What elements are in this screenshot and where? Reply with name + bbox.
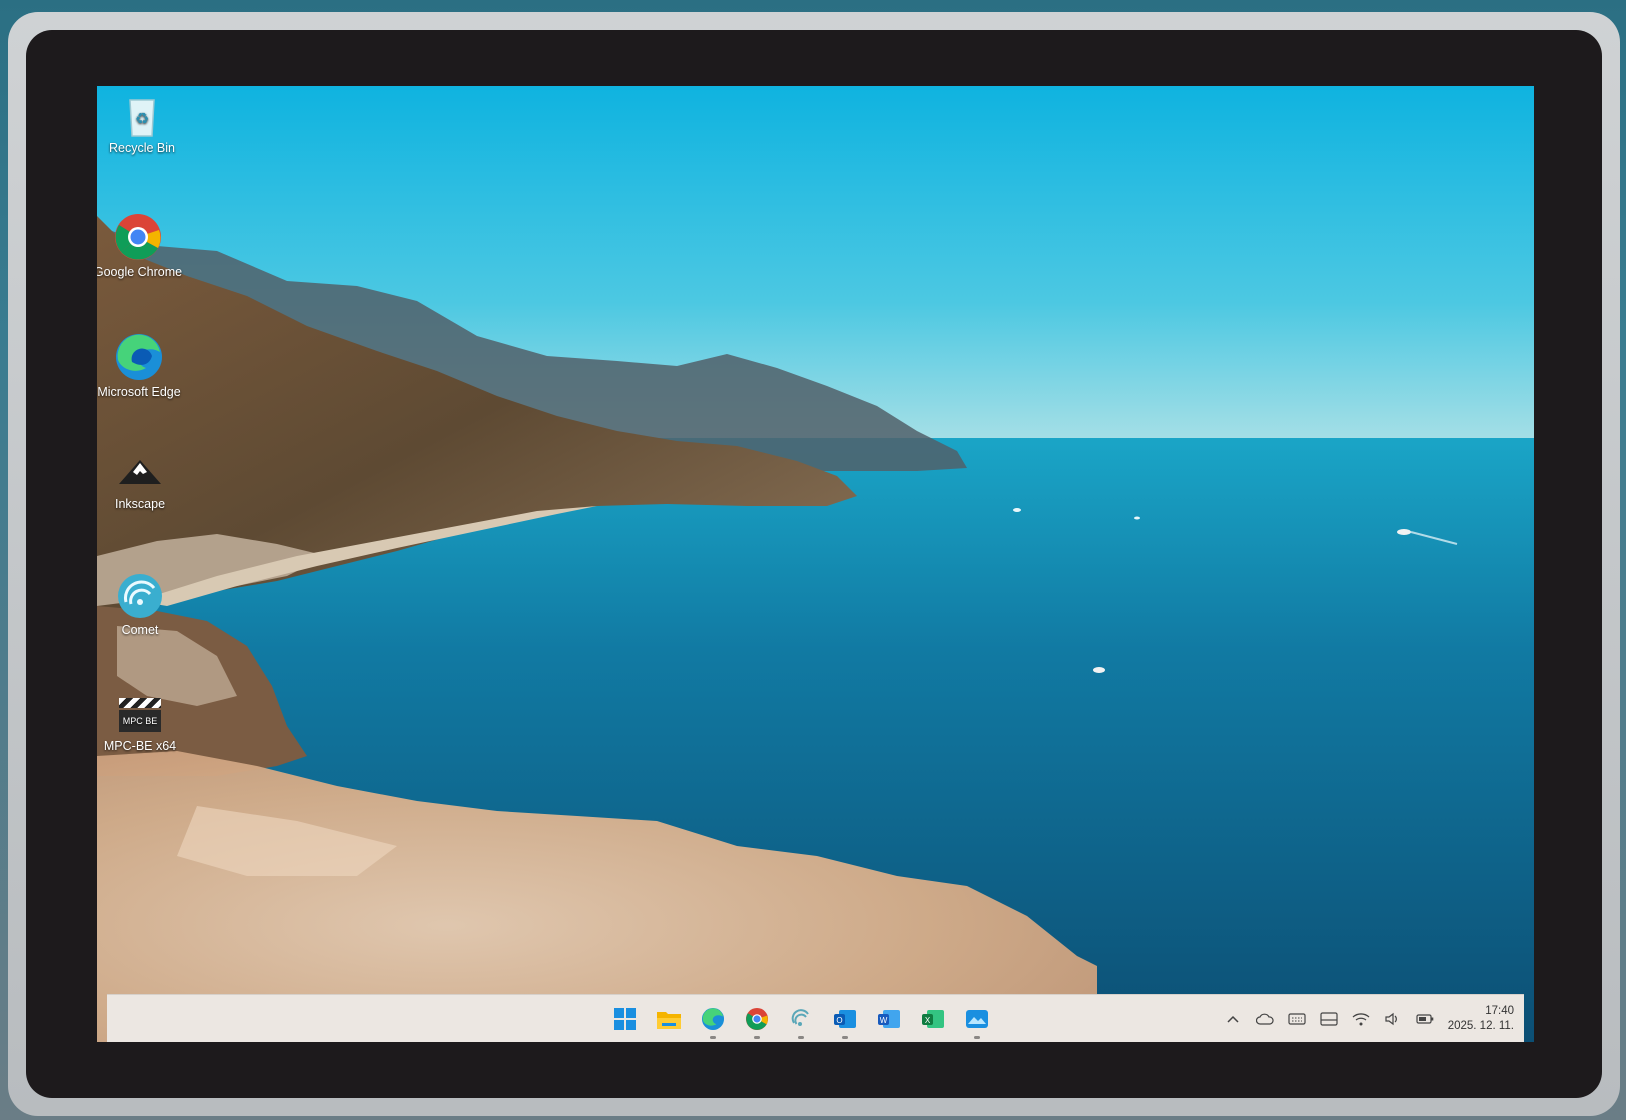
mpc-be-icon: MPC BE bbox=[117, 696, 163, 736]
desktop-icon-label: Recycle Bin bbox=[109, 141, 175, 155]
desktop-icon-comet[interactable]: Comet bbox=[97, 572, 185, 638]
taskbar-chrome-button[interactable] bbox=[739, 1001, 775, 1039]
edge-icon bbox=[701, 1007, 725, 1031]
taskbar-file-explorer-button[interactable] bbox=[651, 1001, 687, 1037]
system-tray: 17:40 2025. 12. 11. bbox=[1224, 1001, 1514, 1037]
tablet-icon[interactable] bbox=[1320, 1010, 1338, 1028]
taskbar-comet-button[interactable] bbox=[783, 1001, 819, 1039]
outlook-icon: O bbox=[834, 1010, 856, 1028]
edge-icon bbox=[116, 334, 162, 380]
svg-text:X: X bbox=[925, 1016, 931, 1025]
mpc-badge-text: MPC BE bbox=[119, 710, 161, 732]
word-icon: W bbox=[878, 1010, 900, 1028]
running-indicator bbox=[798, 1036, 804, 1039]
volume-icon[interactable] bbox=[1384, 1010, 1402, 1028]
excel-icon: X bbox=[922, 1010, 944, 1028]
taskbar-pinned-apps: O W X bbox=[607, 1001, 995, 1039]
desktop-icon-recycle-bin[interactable]: ♻ Recycle Bin bbox=[97, 94, 187, 156]
chrome-icon bbox=[745, 1007, 769, 1031]
inkscape-icon bbox=[119, 460, 161, 484]
desktop-icon-microsoft-edge[interactable]: Microsoft Edge bbox=[97, 332, 184, 400]
running-indicator bbox=[754, 1036, 760, 1039]
desktop-wallpaper bbox=[97, 86, 1534, 1042]
taskbar-word-button[interactable]: W bbox=[871, 1001, 907, 1037]
taskbar: O W X 17:40 2025. 12. 11. bbox=[107, 994, 1524, 1042]
running-indicator bbox=[842, 1036, 848, 1039]
desktop-icon-label: MPC-BE x64 bbox=[103, 739, 177, 753]
clock-time: 17:40 bbox=[1485, 1005, 1514, 1017]
desktop-icon-label: Comet bbox=[121, 623, 159, 637]
keyboard-icon[interactable] bbox=[1288, 1010, 1306, 1028]
desktop-icon-label: Microsoft Edge bbox=[97, 385, 181, 399]
clock-date: 2025. 12. 11. bbox=[1447, 1020, 1514, 1032]
desktop-icon-mpc-be[interactable]: MPC BE MPC-BE x64 bbox=[97, 696, 185, 754]
running-indicator bbox=[974, 1036, 980, 1039]
photos-icon bbox=[966, 1010, 988, 1028]
desktop-icon-google-chrome[interactable]: Google Chrome bbox=[97, 212, 183, 280]
file-explorer-icon bbox=[657, 1012, 681, 1029]
taskbar-clock[interactable]: 17:40 2025. 12. 11. bbox=[1448, 1004, 1514, 1034]
desktop-icon-label: Google Chrome bbox=[97, 265, 183, 279]
svg-text:W: W bbox=[880, 1016, 888, 1025]
svg-text:♻: ♻ bbox=[135, 109, 149, 128]
desktop-icon-label: Inkscape bbox=[114, 497, 166, 511]
taskbar-outlook-button[interactable]: O bbox=[827, 1001, 863, 1039]
desktop-icon-inkscape[interactable]: Inkscape bbox=[97, 458, 185, 512]
desktop-screen: ♻ Recycle Bin Google Chrome Microsoft Ed… bbox=[97, 86, 1534, 1042]
running-indicator bbox=[710, 1036, 716, 1039]
taskbar-photos-button[interactable] bbox=[959, 1001, 995, 1039]
chrome-icon bbox=[115, 214, 161, 260]
svg-text:O: O bbox=[836, 1016, 842, 1025]
comet-icon bbox=[791, 1009, 809, 1026]
onedrive-icon[interactable] bbox=[1255, 1010, 1274, 1028]
wifi-icon[interactable] bbox=[1352, 1010, 1370, 1028]
taskbar-excel-button[interactable]: X bbox=[915, 1001, 951, 1037]
recycle-bin-icon: ♻ bbox=[129, 99, 155, 137]
taskbar-start-button[interactable] bbox=[607, 1001, 643, 1037]
comet-icon bbox=[118, 574, 162, 618]
windows-start-icon bbox=[614, 1008, 636, 1030]
chevron-up-icon[interactable] bbox=[1224, 1010, 1242, 1028]
taskbar-edge-button[interactable] bbox=[695, 1001, 731, 1039]
battery-icon[interactable] bbox=[1416, 1010, 1434, 1028]
